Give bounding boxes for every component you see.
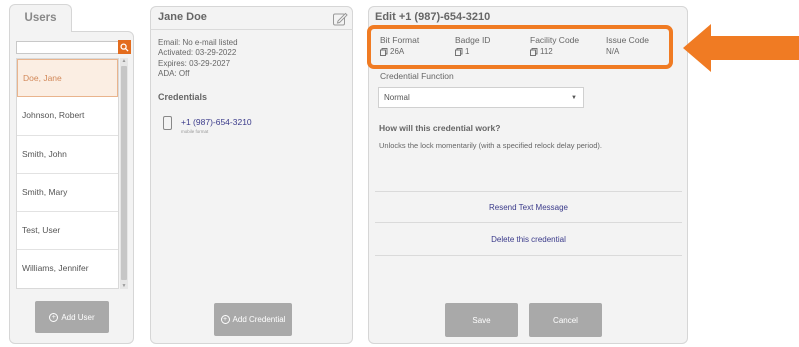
callout-arrow xyxy=(683,24,799,72)
credential-function-label: Credential Function xyxy=(380,71,454,81)
tab-users[interactable]: Users xyxy=(9,4,72,32)
ada-info: ADA: Off xyxy=(158,69,190,79)
edit-pencil-icon[interactable] xyxy=(332,11,348,27)
add-user-label: Add User xyxy=(61,312,95,322)
plus-circle-icon: + xyxy=(49,312,59,322)
user-list-item[interactable]: Test, User xyxy=(17,212,118,251)
credential-function-select[interactable]: Normal ▼ xyxy=(378,87,584,108)
cancel-button[interactable]: Cancel xyxy=(529,303,602,337)
user-list-item[interactable]: Smith, John xyxy=(17,136,118,174)
credentials-heading: Credentials xyxy=(158,92,208,102)
callout-highlight-box xyxy=(367,25,673,69)
save-label: Save xyxy=(472,315,491,325)
scroll-up-arrow-icon[interactable]: ▲ xyxy=(120,58,128,64)
activated-info: Activated: 03-29-2022 xyxy=(158,48,237,58)
email-info: Email: No e-mail listed xyxy=(158,38,238,47)
save-button[interactable]: Save xyxy=(445,303,518,337)
credential-type: mobile format xyxy=(181,129,209,134)
person-info: Email: No e-mail listed Activated: 03-29… xyxy=(158,38,238,80)
plus-circle-icon: + xyxy=(220,315,230,324)
add-user-button[interactable]: + Add User xyxy=(35,301,109,333)
edit-credential-title: Edit +1 (987)-654-3210 xyxy=(375,11,491,23)
resend-text-message-link[interactable]: Resend Text Message xyxy=(375,203,682,212)
cancel-label: Cancel xyxy=(553,315,578,325)
divider xyxy=(375,255,682,256)
user-list-item[interactable]: Johnson, Robert xyxy=(17,97,118,136)
user-list-item[interactable]: Smith, Mary xyxy=(17,174,118,213)
user-list: Doe, Jane Johnson, Robert Smith, John Sm… xyxy=(16,58,119,289)
search-icon xyxy=(120,42,129,52)
scroll-thumb[interactable] xyxy=(121,66,127,280)
divider xyxy=(375,222,682,223)
scroll-down-arrow-icon[interactable]: ▼ xyxy=(120,283,128,289)
how-description: Unlocks the lock momentarily (with a spe… xyxy=(379,141,603,150)
search-input[interactable] xyxy=(16,41,119,54)
credential-number-link[interactable]: +1 (987)-654-3210 xyxy=(181,117,252,127)
how-heading: How will this credential work? xyxy=(379,123,501,133)
divider xyxy=(375,191,682,192)
add-credential-button[interactable]: + Add Credential xyxy=(214,303,292,336)
phone-icon xyxy=(163,116,172,130)
chevron-down-icon: ▼ xyxy=(571,95,577,101)
person-name: Jane Doe xyxy=(158,11,207,23)
expires-info: Expires: 03-29-2027 xyxy=(158,58,231,68)
divider xyxy=(150,29,353,30)
delete-credential-link[interactable]: Delete this credential xyxy=(375,235,682,244)
search-button[interactable] xyxy=(118,40,131,54)
user-list-item[interactable]: Williams, Jennifer xyxy=(17,250,118,288)
add-credential-label: Add Credential xyxy=(232,315,286,324)
credential-function-value: Normal xyxy=(384,93,410,102)
user-list-item[interactable]: Doe, Jane xyxy=(17,59,118,98)
